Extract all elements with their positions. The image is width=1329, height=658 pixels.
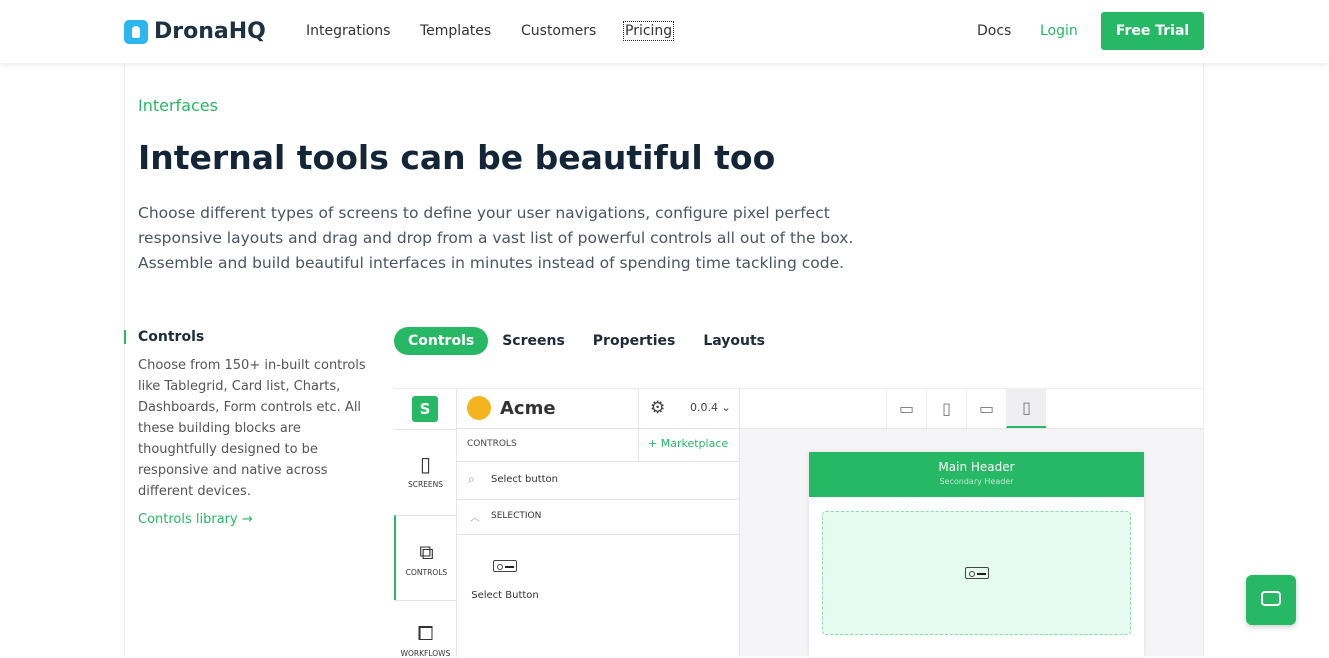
top-nav: DronaHQ Integrations Templates Customers… [0, 0, 1329, 63]
chevron-up-icon: ︿ [470, 513, 480, 524]
control-search[interactable]: ⌕ Select button [457, 462, 740, 500]
active-indicator [124, 330, 126, 344]
tab-properties[interactable]: Properties [579, 327, 690, 355]
guide-line [1203, 63, 1204, 656]
controls-icon: ⧉ [419, 540, 434, 564]
search-icon: ⌕ [468, 472, 475, 486]
control-select-button[interactable]: Select Button [471, 557, 539, 601]
section-eyebrow: Interfaces [138, 96, 218, 115]
app-name: Acme [500, 398, 556, 419]
marketplace-button[interactable]: + Marketplace [648, 437, 728, 450]
nav-customers[interactable]: Customers [521, 23, 596, 39]
brand-name: DronaHQ [154, 19, 266, 44]
free-trial-button[interactable]: Free Trial [1101, 12, 1204, 50]
panel-title-row: CONTROLS + Marketplace [457, 429, 740, 462]
rail-controls[interactable]: ⧉ CONTROLS [394, 515, 457, 600]
rail-screens[interactable]: ▯ SCREENS [394, 429, 457, 515]
cookie-icon [467, 396, 491, 420]
section-title: Internal tools can be beautiful too [138, 138, 776, 177]
main-header: Main Header [938, 460, 1015, 474]
workflow-icon: ⧠ [417, 621, 434, 645]
select-button-icon [964, 567, 989, 579]
builder-rail: S ▯ SCREENS ⧉ CONTROLS ⧠ WORKFLOWS [394, 389, 457, 658]
drop-zone[interactable] [822, 511, 1131, 635]
search-input[interactable]: Select button [491, 474, 558, 485]
control-label: Select Button [471, 590, 539, 601]
builder-preview: S ▯ SCREENS ⧉ CONTROLS ⧠ WORKFLOWS Acme ⚙ 0… [394, 388, 1203, 658]
tab-screens[interactable]: Screens [488, 327, 579, 355]
rail-label: WORKFLOWS [400, 649, 451, 658]
tablet-landscape-icon[interactable]: ▭ [966, 389, 1006, 428]
logo-icon [124, 19, 148, 44]
phone-preview: Main Header Secondary Header [809, 452, 1144, 657]
panel-title: CONTROLS [467, 439, 517, 449]
rail-label: SCREENS [407, 480, 444, 489]
tab-layouts[interactable]: Layouts [689, 327, 779, 355]
section-lead: Choose different types of screens to def… [138, 204, 854, 272]
settings-icon[interactable]: ⚙ [650, 398, 665, 418]
laptop-icon[interactable]: ▭ [886, 389, 926, 428]
controls-panel: Acme ⚙ 0.0.4 ⌄ CONTROLS + Marketplace ⌕ … [457, 389, 740, 657]
brand-logo[interactable]: DronaHQ [124, 19, 266, 44]
phone-header: Main Header Secondary Header [809, 452, 1144, 497]
feature-description: Choose from 150+ in-built controls like … [138, 358, 366, 499]
nav-pricing[interactable]: Pricing [622, 21, 675, 41]
nav-login[interactable]: Login [1040, 23, 1078, 39]
version-value: 0.0.4 [690, 401, 718, 414]
device-toolbar: ▭ ▯ ▭ ▯ [740, 389, 1203, 429]
mobile-icon: ▯ [419, 452, 431, 476]
feature-title: Controls [138, 329, 205, 345]
app-logo: S [412, 396, 438, 422]
mobile-icon[interactable]: ▯ [1006, 389, 1046, 428]
nav-templates[interactable]: Templates [420, 23, 491, 39]
rail-workflows[interactable]: ⧠ WORKFLOWS [394, 600, 457, 658]
feature-tabs: Controls Screens Properties Layouts [394, 327, 779, 355]
nav-integrations[interactable]: Integrations [306, 23, 390, 39]
rail-label: CONTROLS [405, 568, 448, 577]
secondary-header: Secondary Header [939, 477, 1014, 486]
select-button-icon [493, 560, 517, 572]
tablet-icon[interactable]: ▯ [926, 389, 966, 428]
chat-button[interactable] [1246, 575, 1296, 625]
guide-line [124, 63, 125, 656]
version-select[interactable]: 0.0.4 ⌄ [690, 401, 731, 414]
section-selection[interactable]: ︿ SELECTION [457, 500, 740, 535]
app-header: Acme ⚙ 0.0.4 ⌄ [457, 389, 740, 429]
section-label: SELECTION [491, 511, 542, 521]
controls-library-link[interactable]: Controls library → [138, 512, 253, 527]
tab-controls[interactable]: Controls [394, 327, 489, 355]
nav-docs[interactable]: Docs [977, 23, 1011, 39]
